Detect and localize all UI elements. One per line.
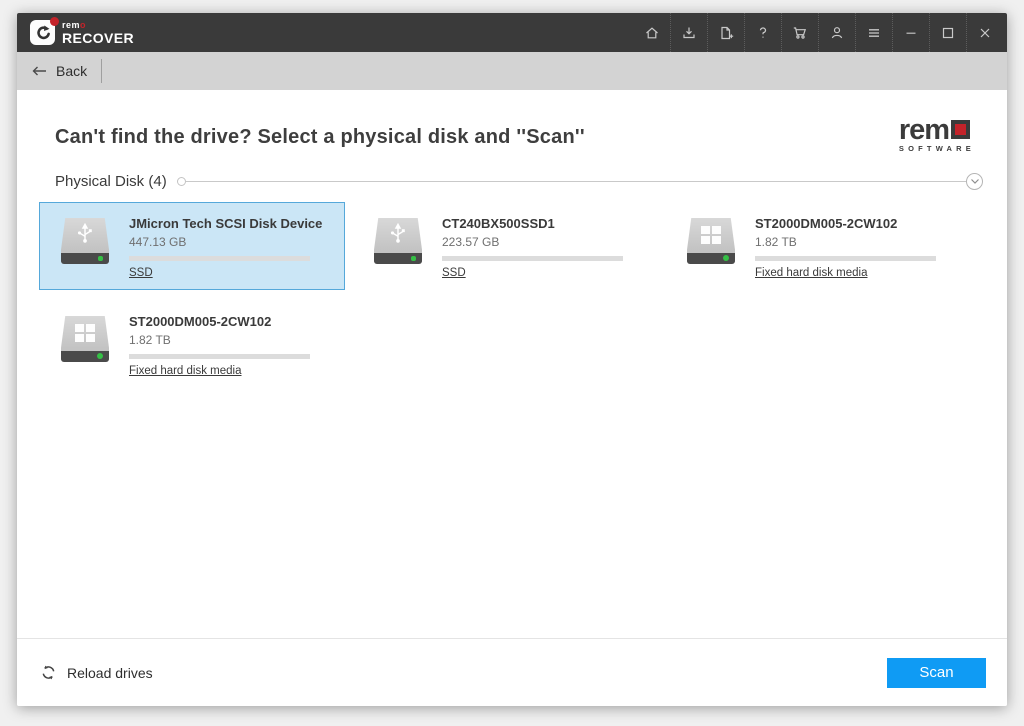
drive-led-light: [723, 255, 729, 261]
drive-front-band: [374, 253, 422, 264]
help-icon[interactable]: [744, 13, 781, 52]
disk-name: JMicron Tech SCSI Disk Device: [129, 216, 322, 231]
drive-icon: [374, 218, 422, 264]
disk-name: CT240BX500SSD1: [442, 216, 623, 231]
remo-logo-subtext: SOFTWARE: [899, 145, 975, 153]
drive-led-light: [98, 256, 103, 261]
fixed-disk-symbol-icon: [75, 324, 95, 342]
back-button[interactable]: Back: [31, 63, 87, 79]
disk-usage-bar: [129, 256, 310, 261]
disk-size: 223.57 GB: [442, 235, 623, 249]
section-divider-line: [186, 181, 966, 182]
drive-front-band: [687, 253, 735, 264]
disk-info: CT240BX500SSD1 223.57 GB SSD: [442, 203, 623, 281]
disk-info: JMicron Tech SCSI Disk Device 447.13 GB …: [129, 203, 322, 281]
drive-icon: [61, 218, 109, 264]
restore-session-icon[interactable]: [670, 13, 707, 52]
collapse-chevron-icon[interactable]: [966, 173, 983, 190]
drive-led-light: [411, 256, 416, 261]
remo-logo-o: [951, 120, 970, 139]
back-label: Back: [56, 63, 87, 79]
app-brand: remo RECOVER: [30, 20, 134, 45]
section-label: Physical Disk (4): [55, 173, 167, 190]
section-line-start-dot: [177, 177, 186, 186]
brand-product-name: RECOVER: [62, 31, 134, 45]
titlebar-actions: [633, 13, 1003, 52]
brand-word: remo: [62, 21, 134, 30]
refresh-icon: [40, 664, 57, 681]
physical-disk-section-header: Physical Disk (4): [39, 173, 983, 190]
account-icon[interactable]: [818, 13, 855, 52]
minimize-icon[interactable]: [892, 13, 929, 52]
drive-led-light: [97, 353, 103, 359]
disk-usage-bar: [755, 256, 936, 261]
remo-swirl-icon: [30, 20, 55, 45]
new-recovery-icon[interactable]: [707, 13, 744, 52]
disk-size: 1.82 TB: [129, 333, 310, 347]
disk-name: ST2000DM005-2CW102: [755, 216, 936, 231]
close-icon[interactable]: [966, 13, 1003, 52]
disk-card[interactable]: ST2000DM005-2CW102 1.82 TB Fixed hard di…: [665, 202, 971, 290]
cart-icon[interactable]: [781, 13, 818, 52]
disk-media-type-link[interactable]: SSD: [129, 267, 153, 279]
disk-size: 447.13 GB: [129, 235, 322, 249]
disk-card[interactable]: CT240BX500SSD1 223.57 GB SSD: [352, 202, 658, 290]
footer-bar: Reload drives Scan: [17, 638, 1007, 706]
fixed-disk-symbol-icon: [701, 226, 721, 244]
drive-icon: [687, 218, 735, 264]
disk-media-type-link[interactable]: Fixed hard disk media: [129, 365, 242, 377]
usb-symbol-icon: [387, 223, 409, 245]
drive-icon: [61, 316, 109, 362]
home-icon[interactable]: [633, 13, 670, 52]
disk-info: ST2000DM005-2CW102 1.82 TB Fixed hard di…: [755, 203, 936, 281]
menu-icon[interactable]: [855, 13, 892, 52]
back-arrow-icon: [31, 64, 48, 78]
navigation-bar: Back: [17, 52, 1007, 90]
app-window: remo RECOVER: [17, 13, 1007, 706]
maximize-icon[interactable]: [929, 13, 966, 52]
brand-red-dot: [50, 17, 59, 26]
disk-size: 1.82 TB: [755, 235, 936, 249]
scan-button[interactable]: Scan: [887, 658, 986, 688]
usb-symbol-icon: [74, 223, 96, 245]
disk-usage-bar: [129, 354, 310, 359]
disk-grid: JMicron Tech SCSI Disk Device 447.13 GB …: [39, 202, 983, 388]
backbar-divider: [101, 59, 102, 83]
disk-card[interactable]: ST2000DM005-2CW102 1.82 TB Fixed hard di…: [39, 300, 345, 388]
reload-drives-label: Reload drives: [67, 665, 153, 681]
reload-drives-button[interactable]: Reload drives: [40, 664, 153, 681]
page-title: Can't find the drive? Select a physical …: [55, 126, 585, 149]
disk-usage-bar: [442, 256, 623, 261]
titlebar: remo RECOVER: [17, 13, 1007, 52]
drive-front-band: [61, 253, 109, 264]
remo-logo-word: rem: [899, 118, 975, 142]
drive-front-band: [61, 351, 109, 362]
brand-text: remo RECOVER: [62, 21, 134, 45]
disk-media-type-link[interactable]: SSD: [442, 267, 466, 279]
disk-info: ST2000DM005-2CW102 1.82 TB Fixed hard di…: [129, 301, 310, 379]
disk-media-type-link[interactable]: Fixed hard disk media: [755, 267, 868, 279]
remo-software-logo: rem SOFTWARE: [899, 118, 975, 153]
disk-card[interactable]: JMicron Tech SCSI Disk Device 447.13 GB …: [39, 202, 345, 290]
main-content: Can't find the drive? Select a physical …: [17, 90, 1007, 638]
disk-name: ST2000DM005-2CW102: [129, 314, 310, 329]
